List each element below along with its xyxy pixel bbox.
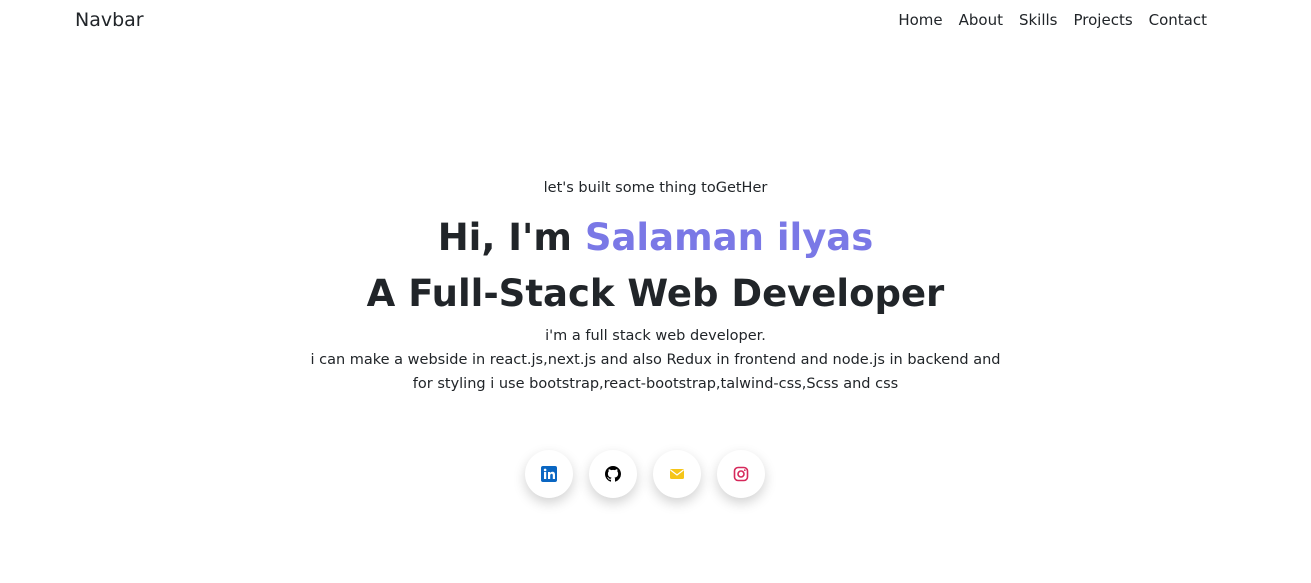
description-line: i can make a webside in react.js,next.js… bbox=[310, 352, 1001, 368]
nav-link-skills[interactable]: Skills bbox=[1019, 11, 1058, 29]
navbar-brand[interactable]: Navbar bbox=[75, 9, 144, 31]
nav-link-contact[interactable]: Contact bbox=[1149, 11, 1207, 29]
hero-tagline: let's built some thing toGetHer bbox=[543, 180, 768, 196]
github-icon bbox=[605, 466, 621, 482]
hero-description: i'm a full stack web developer. i can ma… bbox=[0, 324, 1311, 396]
description-line: i'm a full stack web developer. bbox=[545, 328, 766, 344]
instagram-button[interactable] bbox=[717, 450, 765, 498]
hero-role: A Full-Stack Web Developer bbox=[366, 272, 945, 315]
linkedin-icon bbox=[541, 466, 557, 482]
hero-section: let's built some thing toGetHer Hi, I'm … bbox=[0, 178, 1311, 396]
mail-icon bbox=[670, 469, 684, 479]
nav-link-about[interactable]: About bbox=[959, 11, 1003, 29]
mail-button[interactable] bbox=[653, 450, 701, 498]
description-line: for styling i use bootstrap,react-bootst… bbox=[412, 376, 899, 392]
instagram-icon bbox=[733, 466, 749, 482]
hero-name: Salaman ilyas bbox=[584, 216, 874, 259]
linkedin-button[interactable] bbox=[525, 450, 573, 498]
nav-link-home[interactable]: Home bbox=[898, 11, 942, 29]
navbar: Navbar Home About Skills Projects Contac… bbox=[0, 0, 1311, 42]
social-links bbox=[525, 450, 765, 498]
greeting-prefix: Hi, I'm bbox=[437, 216, 572, 259]
nav-links: Home About Skills Projects Contact bbox=[898, 11, 1207, 29]
github-button[interactable] bbox=[589, 450, 637, 498]
hero-headline: Hi, I'm Salaman ilyas A Full-Stack Web D… bbox=[0, 210, 1311, 322]
nav-link-projects[interactable]: Projects bbox=[1074, 11, 1133, 29]
